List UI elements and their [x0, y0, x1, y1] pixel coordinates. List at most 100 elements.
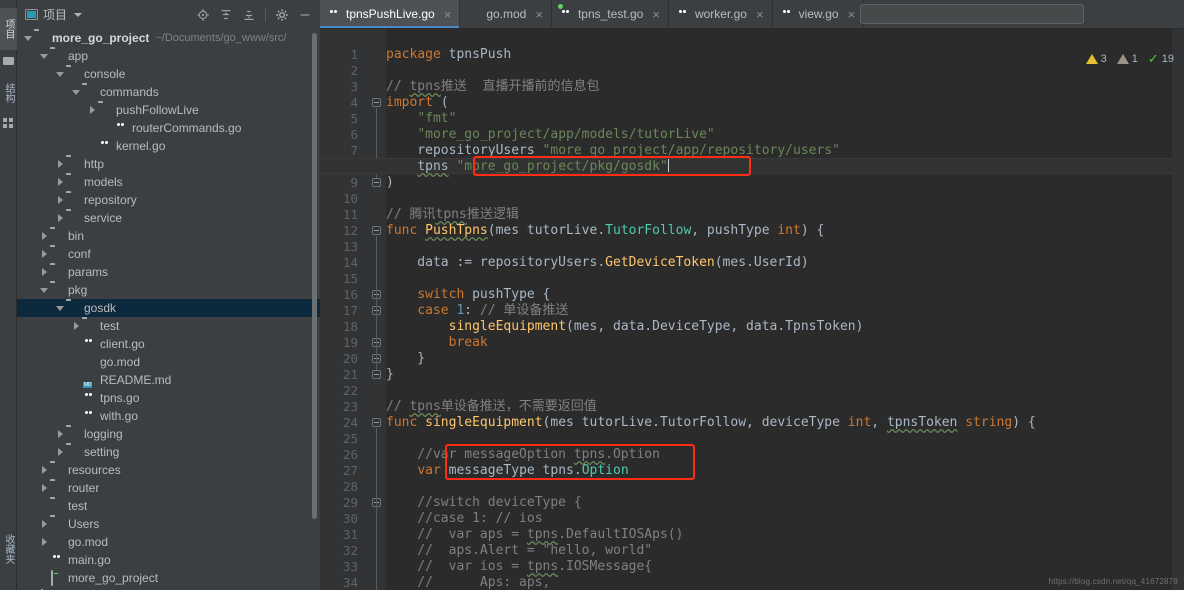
go-icon [98, 139, 112, 153]
editor-code-area[interactable]: package tpnsPush// tpns推送 直播开播前的信息包impor… [386, 29, 1184, 590]
editor-tab-tpnspushlivego[interactable]: tpnsPushLive.go× [320, 0, 460, 28]
code-line: // tpns推送 直播开播前的信息包 [386, 79, 1184, 95]
editor-tab-label: go.mod [486, 7, 526, 21]
tree-item-go.mod[interactable]: go.mod [17, 353, 320, 371]
code-line: // tpns单设备推送，不需要返回值 [386, 399, 1184, 415]
tree-item-bin[interactable]: bin [17, 227, 320, 245]
tree-item-client.go[interactable]: client.go [17, 335, 320, 353]
checkmark-icon: ✓ [1148, 51, 1159, 67]
project-tree[interactable]: more_go_project~/Documents/go_www/src/ap… [17, 29, 320, 590]
editor-fold-column[interactable] [366, 29, 386, 590]
tree-toggle-closed-icon[interactable] [39, 465, 50, 476]
tree-item-console[interactable]: console [17, 65, 320, 83]
tree-item-label: test [100, 319, 119, 333]
tree-item-label: bin [68, 229, 84, 243]
folder-icon [3, 55, 14, 66]
weak-warning-count[interactable]: 1 [1117, 53, 1138, 65]
tree-item-service[interactable]: service [17, 209, 320, 227]
tree-item-pushfollowlive[interactable]: pushFollowLive [17, 101, 320, 119]
close-icon[interactable]: × [848, 8, 856, 21]
close-icon[interactable]: × [652, 8, 660, 21]
tree-toggle-closed-icon[interactable] [39, 483, 50, 494]
tree-item-readme.md[interactable]: README.md [17, 371, 320, 389]
search-everywhere-field[interactable] [860, 4, 1084, 24]
tree-item-routercommands.go[interactable]: routerCommands.go [17, 119, 320, 137]
tree-item-tpns.go[interactable]: tpns.go [17, 389, 320, 407]
minimize-icon[interactable] [298, 8, 312, 22]
tree-toggle-open-icon[interactable] [55, 69, 66, 80]
tree-toggle-open-icon[interactable] [23, 33, 34, 44]
go-file-icon [678, 8, 690, 21]
tree-toggle-closed-icon[interactable] [87, 105, 98, 116]
tree-item-repository[interactable]: repository [17, 191, 320, 209]
warning-count[interactable]: 3 [1086, 53, 1107, 65]
tree-item-kernel.go[interactable]: kernel.go [17, 137, 320, 155]
chevron-down-icon[interactable] [74, 13, 82, 17]
editor-tab-gomod[interactable]: go.mod × [460, 0, 552, 28]
tree-item-models[interactable]: models [17, 173, 320, 191]
fold-marker-open[interactable] [372, 226, 381, 235]
tree-toggle-open-icon[interactable] [55, 303, 66, 314]
code-editor[interactable]: 1234567891011121314151617181920212223242… [320, 29, 1184, 590]
editor-tab-viewgo[interactable]: view.go× [773, 0, 865, 28]
folder-icon [50, 247, 64, 261]
project-panel-title[interactable]: 项目 [25, 6, 82, 23]
fold-marker-open[interactable] [372, 98, 381, 107]
tree-toggle-closed-icon[interactable] [39, 519, 50, 530]
tree-item-commands[interactable]: commands [17, 83, 320, 101]
tree-toggle-closed-icon[interactable] [55, 447, 66, 458]
tree-item-conf[interactable]: conf [17, 245, 320, 263]
tree-item-gosdk[interactable]: gosdk [17, 299, 320, 317]
close-icon[interactable]: × [535, 8, 543, 21]
tree-item-test[interactable]: test [17, 317, 320, 335]
tree-item-more_go_project[interactable]: more_go_project~/Documents/go_www/src/ [17, 29, 320, 47]
collapse-all-icon[interactable] [242, 8, 256, 22]
fold-marker-close[interactable] [372, 178, 381, 187]
tree-item-more_go_project[interactable]: more_go_project [17, 569, 320, 587]
fold-marker-close[interactable] [372, 370, 381, 379]
tool-button-favorites[interactable]: 收藏夹 [0, 520, 17, 578]
editor-gutter[interactable]: 1234567891011121314151617181920212223242… [320, 29, 366, 590]
tree-toggle-closed-icon[interactable] [55, 213, 66, 224]
tree-item-users[interactable]: Users [17, 515, 320, 533]
tree-toggle-closed-icon[interactable] [55, 429, 66, 440]
expand-all-icon[interactable] [219, 8, 233, 22]
close-icon[interactable]: × [444, 8, 452, 21]
inspection-widget[interactable]: 3 1 ✓ 19 [1080, 51, 1174, 67]
tree-item-go.mod[interactable]: go.mod [17, 533, 320, 551]
tree-toggle-closed-icon[interactable] [71, 321, 82, 332]
editor-tab-tpns_testgo[interactable]: tpns_test.go× [552, 0, 669, 28]
tree-item-params[interactable]: params [17, 263, 320, 281]
editor-marker-strip[interactable] [1172, 29, 1184, 590]
tree-toggle-open-icon[interactable] [39, 285, 50, 296]
tree-item-test[interactable]: test [17, 497, 320, 515]
fold-marker-open[interactable] [372, 418, 381, 427]
locate-icon[interactable] [196, 8, 210, 22]
tree-toggle-closed-icon[interactable] [39, 249, 50, 260]
tree-item-label: models [84, 175, 123, 189]
tree-toggle-closed-icon[interactable] [55, 195, 66, 206]
tree-item-app[interactable]: app [17, 47, 320, 65]
tree-item-router[interactable]: router [17, 479, 320, 497]
tree-toggle-open-icon[interactable] [71, 87, 82, 98]
tree-toggle-closed-icon[interactable] [39, 231, 50, 242]
gear-icon[interactable] [275, 8, 289, 22]
tree-item-pkg[interactable]: pkg [17, 281, 320, 299]
tree-item-setting[interactable]: setting [17, 443, 320, 461]
tree-item-main.go[interactable]: main.go [17, 551, 320, 569]
tool-button-structure[interactable]: 结构 [0, 72, 17, 114]
project-tree-scrollbar[interactable] [312, 33, 317, 519]
tree-toggle-open-icon[interactable] [39, 51, 50, 62]
tree-item-http[interactable]: http [17, 155, 320, 173]
ok-count[interactable]: ✓ 19 [1148, 51, 1174, 67]
tree-item-logging[interactable]: logging [17, 425, 320, 443]
close-icon[interactable]: × [756, 8, 764, 21]
editor-tab-workergo[interactable]: worker.go× [669, 0, 773, 28]
tree-item-label: setting [84, 445, 119, 459]
tree-item-resources[interactable]: resources [17, 461, 320, 479]
tree-item-with.go[interactable]: with.go [17, 407, 320, 425]
tree-toggle-closed-icon[interactable] [55, 159, 66, 170]
tree-toggle-closed-icon[interactable] [55, 177, 66, 188]
tree-toggle-closed-icon[interactable] [39, 267, 50, 278]
tool-button-project[interactable]: 项目 [0, 8, 17, 50]
